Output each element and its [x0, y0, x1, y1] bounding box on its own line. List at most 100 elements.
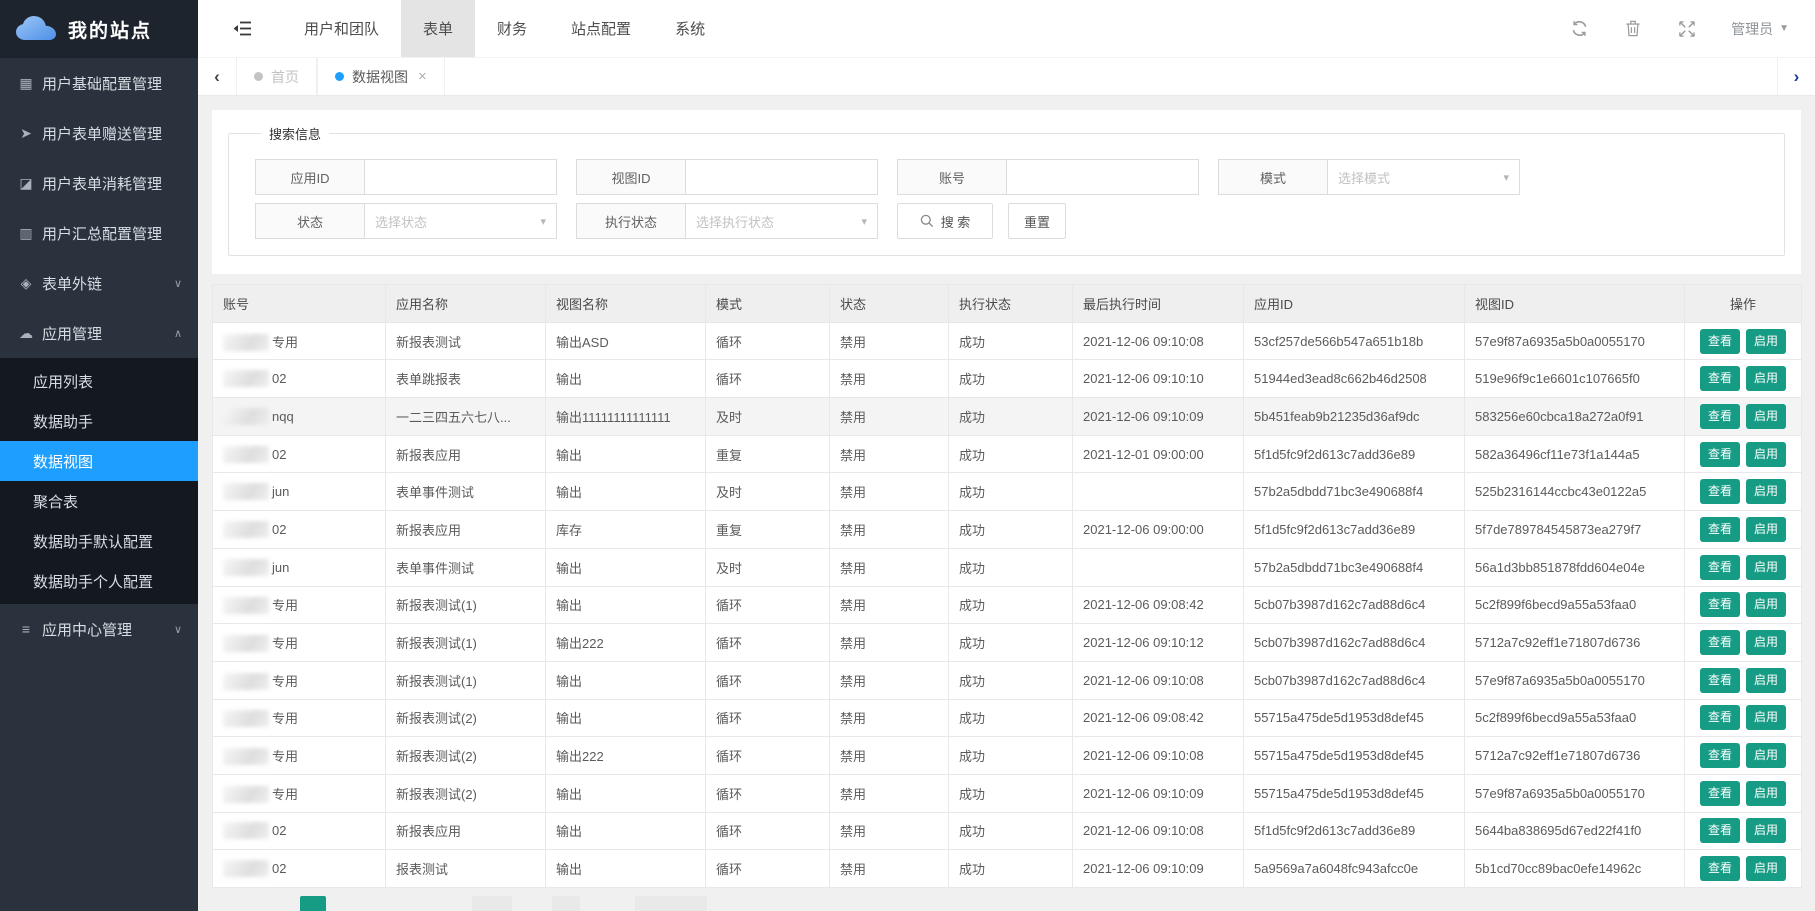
mode-cell: 循环: [706, 737, 830, 775]
sidebar-item-2[interactable]: ◪用户表单消耗管理: [0, 158, 198, 208]
account-cell: 专用: [213, 322, 386, 360]
search-input[interactable]: [365, 159, 557, 195]
tab-1[interactable]: 数据视图×: [317, 58, 445, 95]
view-button[interactable]: 查看: [1700, 818, 1740, 843]
tab-0[interactable]: 首页: [236, 58, 317, 95]
enable-button[interactable]: 启用: [1746, 743, 1786, 768]
view-button[interactable]: 查看: [1700, 555, 1740, 580]
enable-button[interactable]: 启用: [1746, 442, 1786, 467]
sidebar-item-1[interactable]: ➤用户表单赠送管理: [0, 108, 198, 158]
topnav-item-2[interactable]: 财务: [475, 0, 549, 57]
trash-icon[interactable]: [1623, 19, 1643, 39]
enable-button[interactable]: 启用: [1746, 479, 1786, 504]
search-field: 视图ID: [576, 159, 878, 195]
redacted-text: [223, 597, 269, 614]
table-row: jun表单事件测试输出及时禁用成功57b2a5dbdd71bc3e490688f…: [213, 473, 1802, 511]
status-cell: 禁用: [830, 360, 949, 398]
enable-button[interactable]: 启用: [1746, 818, 1786, 843]
view-id-cell: 5644ba838695d67ed22f41f0: [1465, 812, 1685, 850]
fullscreen-icon[interactable]: [1677, 19, 1697, 39]
view-button[interactable]: 查看: [1700, 705, 1740, 730]
admin-dropdown[interactable]: 管理员 ▼: [1731, 19, 1789, 39]
view-button[interactable]: 查看: [1700, 442, 1740, 467]
topnav-item-1[interactable]: 表单: [401, 0, 475, 57]
view-button[interactable]: 查看: [1700, 630, 1740, 655]
enable-button[interactable]: 启用: [1746, 668, 1786, 693]
topnav-item-0[interactable]: 用户和团队: [282, 0, 401, 57]
enable-button[interactable]: 启用: [1746, 856, 1786, 881]
sidebar-item-6[interactable]: ≡应用中心管理∨: [0, 604, 198, 654]
view-button[interactable]: 查看: [1700, 668, 1740, 693]
close-icon[interactable]: ×: [418, 68, 427, 85]
refresh-icon[interactable]: [1569, 19, 1589, 39]
table-row: 专用新报表测试(1)输出222循环禁用成功2021-12-06 09:10:12…: [213, 624, 1802, 662]
view-button[interactable]: 查看: [1700, 743, 1740, 768]
app-id-cell: 57b2a5dbdd71bc3e490688f4: [1244, 473, 1465, 511]
pagination-control[interactable]: [472, 896, 512, 911]
tabs-scroll-right-icon[interactable]: ›: [1777, 58, 1815, 95]
field-label: 状态: [255, 203, 365, 239]
view-button[interactable]: 查看: [1700, 404, 1740, 429]
sidebar-subitem-3[interactable]: 聚合表: [0, 481, 198, 521]
view-name-cell: 输出: [546, 774, 706, 812]
view-id-cell: 583256e60cbca18a272a0f91: [1465, 398, 1685, 436]
topnav-item-4[interactable]: 系统: [653, 0, 727, 57]
enable-button[interactable]: 启用: [1746, 555, 1786, 580]
enable-button[interactable]: 启用: [1746, 366, 1786, 391]
search-select[interactable]: 选择执行状态▾: [686, 203, 878, 239]
reset-button[interactable]: 重置: [1008, 203, 1066, 239]
view-button[interactable]: 查看: [1700, 517, 1740, 542]
sidebar-item-label: 用户表单赠送管理: [42, 123, 182, 144]
exec-status-cell: 成功: [949, 737, 1073, 775]
sidebar-subitem-2[interactable]: 数据视图: [0, 441, 198, 481]
search-select[interactable]: 选择模式▾: [1328, 159, 1520, 195]
search-input[interactable]: [686, 159, 878, 195]
sidebar-collapse-icon[interactable]: [230, 17, 254, 41]
enable-button[interactable]: 启用: [1746, 630, 1786, 655]
search-input[interactable]: [1007, 159, 1199, 195]
pagination-control[interactable]: [552, 896, 580, 911]
data-table-wrap: 账号应用名称视图名称模式状态执行状态最后执行时间应用ID视图ID操作 专用新报表…: [212, 284, 1801, 888]
search-select[interactable]: 选择状态▾: [365, 203, 557, 239]
account-cell: 专用: [213, 661, 386, 699]
status-cell: 禁用: [830, 850, 949, 888]
sidebar-item-0[interactable]: ▦用户基础配置管理: [0, 58, 198, 108]
sidebar-subitem-1[interactable]: 数据助手: [0, 401, 198, 441]
view-button[interactable]: 查看: [1700, 781, 1740, 806]
view-button[interactable]: 查看: [1700, 856, 1740, 881]
app-logo[interactable]: 我的站点: [0, 0, 198, 58]
tabs-scroll-left-icon[interactable]: ‹: [198, 58, 236, 95]
sidebar-subitem-0[interactable]: 应用列表: [0, 361, 198, 401]
view-button[interactable]: 查看: [1700, 592, 1740, 617]
enable-button[interactable]: 启用: [1746, 404, 1786, 429]
enable-button[interactable]: 启用: [1746, 592, 1786, 617]
enable-button[interactable]: 启用: [1746, 705, 1786, 730]
sidebar-item-3[interactable]: ▥用户汇总配置管理: [0, 208, 198, 258]
view-button[interactable]: 查看: [1700, 329, 1740, 354]
sidebar-item-label: 表单外链: [42, 273, 174, 294]
chevron-down-icon: ▾: [1503, 171, 1509, 184]
status-cell: 禁用: [830, 774, 949, 812]
view-button[interactable]: 查看: [1700, 366, 1740, 391]
last-exec-time-cell: 2021-12-06 09:10:10: [1073, 360, 1244, 398]
view-button[interactable]: 查看: [1700, 479, 1740, 504]
link-icon: ◈: [18, 275, 34, 292]
view-name-cell: 输出222: [546, 624, 706, 662]
pagination-active-page[interactable]: [300, 896, 326, 911]
sidebar-subitem-5[interactable]: 数据助手个人配置: [0, 561, 198, 601]
field-label: 模式: [1218, 159, 1328, 195]
field-label: 应用ID: [255, 159, 365, 195]
enable-button[interactable]: 启用: [1746, 517, 1786, 542]
search-button[interactable]: 搜 索: [897, 203, 993, 239]
sidebar-item-4[interactable]: ◈表单外链∨: [0, 258, 198, 308]
sidebar-subitem-4[interactable]: 数据助手默认配置: [0, 521, 198, 561]
pagination-control[interactable]: [635, 896, 707, 911]
enable-button[interactable]: 启用: [1746, 781, 1786, 806]
sidebar-item-5[interactable]: ☁应用管理∧: [0, 308, 198, 358]
table-row: 专用新报表测试(1)输出循环禁用成功2021-12-06 09:10:085cb…: [213, 661, 1802, 699]
topnav-item-3[interactable]: 站点配置: [549, 0, 653, 57]
table-header-row: 账号应用名称视图名称模式状态执行状态最后执行时间应用ID视图ID操作: [213, 285, 1802, 323]
search-buttons: 搜 索 重置: [897, 203, 1066, 239]
topbar: 用户和团队表单财务站点配置系统 管理员 ▼: [198, 0, 1815, 58]
enable-button[interactable]: 启用: [1746, 329, 1786, 354]
